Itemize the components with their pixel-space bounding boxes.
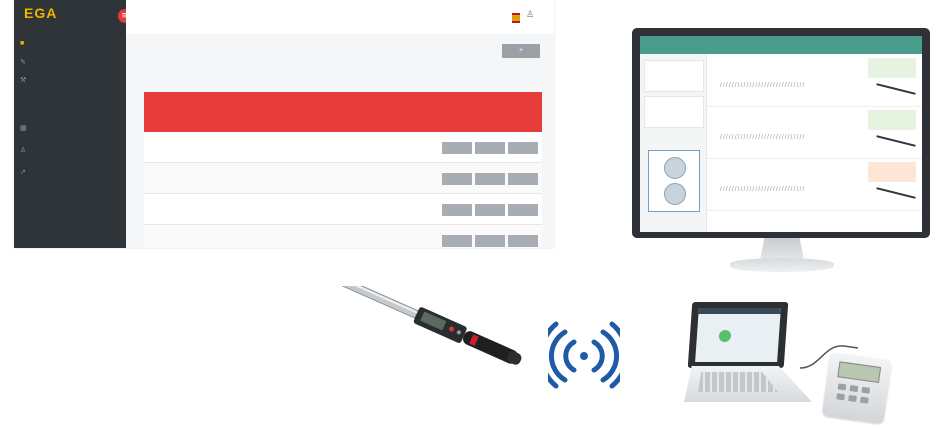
row-action-button[interactable] bbox=[475, 173, 505, 185]
device-key bbox=[837, 383, 847, 391]
wireless-signal-icon bbox=[548, 321, 620, 389]
device-key bbox=[848, 394, 857, 403]
web-app-screenshot: EGA ■ ✎ ⚒ ▦ ♙ ↗ ≡ ♙ + bbox=[14, 0, 554, 248]
trend-line bbox=[876, 187, 916, 199]
summary-card bbox=[644, 96, 704, 128]
top-bar: ♙ bbox=[126, 0, 554, 34]
summary-card bbox=[644, 60, 704, 92]
dashboard-icon: ■ bbox=[20, 40, 25, 47]
digital-torque-wrench-icon bbox=[322, 286, 522, 365]
laptop-app-titlebar bbox=[698, 308, 781, 314]
table-header bbox=[144, 92, 542, 132]
row-action-button[interactable] bbox=[475, 204, 505, 216]
nav-item-reports[interactable]: ↗ bbox=[20, 168, 30, 180]
language-flag-icon[interactable] bbox=[512, 13, 520, 23]
device-key bbox=[849, 385, 859, 393]
measurement-trace: ///////////////////////////// bbox=[720, 186, 806, 193]
nav-item-wrenches[interactable]: ✎ bbox=[20, 58, 30, 70]
device-key bbox=[861, 386, 871, 394]
status-indicator-icon bbox=[718, 330, 732, 342]
data-table bbox=[144, 92, 542, 248]
logo-text: EGA bbox=[24, 5, 58, 21]
measurement-row: ///////////////////////////// bbox=[706, 54, 922, 107]
row-action-button[interactable] bbox=[508, 142, 538, 154]
chart-icon: ↗ bbox=[20, 169, 26, 176]
monitor-stand-neck bbox=[760, 238, 804, 260]
row-action-button[interactable] bbox=[442, 204, 472, 216]
nav-item-users[interactable]: ♙ bbox=[20, 146, 30, 158]
ega-logo: EGA bbox=[24, 6, 114, 28]
gauge-icon bbox=[664, 157, 686, 179]
row-action-button[interactable] bbox=[475, 142, 505, 154]
nav-item-tools[interactable]: ⚒ bbox=[20, 76, 30, 88]
gauge-panel bbox=[648, 150, 700, 212]
table-body bbox=[144, 132, 542, 248]
trend-line bbox=[876, 135, 916, 147]
user-icon: ♙ bbox=[20, 147, 27, 154]
row-action-button[interactable] bbox=[442, 142, 472, 154]
monitor-screen: ///////////////////////////// //////////… bbox=[640, 36, 922, 232]
gauge-icon bbox=[664, 183, 686, 205]
monitor-stand-base bbox=[730, 258, 834, 272]
row-action-button[interactable] bbox=[508, 173, 538, 185]
add-button[interactable]: + bbox=[502, 44, 540, 58]
trend-line bbox=[876, 83, 916, 95]
measurement-trace: ///////////////////////////// bbox=[720, 82, 806, 89]
tools-icon: ⚒ bbox=[20, 77, 27, 84]
wrench-icon: ✎ bbox=[20, 59, 26, 66]
row-action-button[interactable] bbox=[442, 235, 472, 247]
table-row bbox=[144, 163, 542, 194]
row-action-button[interactable] bbox=[508, 235, 538, 247]
measurement-row: ///////////////////////////// bbox=[706, 106, 922, 159]
monitor-app-header bbox=[640, 36, 922, 54]
measurement-tag bbox=[868, 110, 916, 130]
row-action-button[interactable] bbox=[508, 204, 538, 216]
monitor-side-panel bbox=[640, 54, 707, 232]
user-avatar-icon[interactable]: ♙ bbox=[526, 10, 534, 20]
calendar-icon: ▦ bbox=[20, 125, 27, 132]
nav-item-calendar[interactable]: ▦ bbox=[20, 124, 30, 136]
table-row bbox=[144, 194, 542, 225]
device-key bbox=[860, 396, 869, 404]
measurement-row: ///////////////////////////// bbox=[706, 158, 922, 211]
sidebar: EGA ■ ✎ ⚒ ▦ ♙ ↗ bbox=[14, 0, 126, 248]
row-action-button[interactable] bbox=[475, 235, 505, 247]
device-key bbox=[836, 393, 845, 401]
nav-item-dashboard[interactable]: ■ bbox=[20, 40, 30, 52]
measurement-trace: ///////////////////////////// bbox=[720, 134, 806, 141]
row-action-button[interactable] bbox=[442, 173, 472, 185]
handheld-data-collector bbox=[821, 351, 893, 425]
table-row bbox=[144, 132, 542, 163]
main-content: + bbox=[126, 34, 554, 248]
measurement-tag bbox=[868, 162, 916, 182]
measurement-tag bbox=[868, 58, 916, 78]
laptop-screen bbox=[695, 308, 781, 362]
device-display bbox=[837, 361, 882, 384]
table-row bbox=[144, 225, 542, 248]
